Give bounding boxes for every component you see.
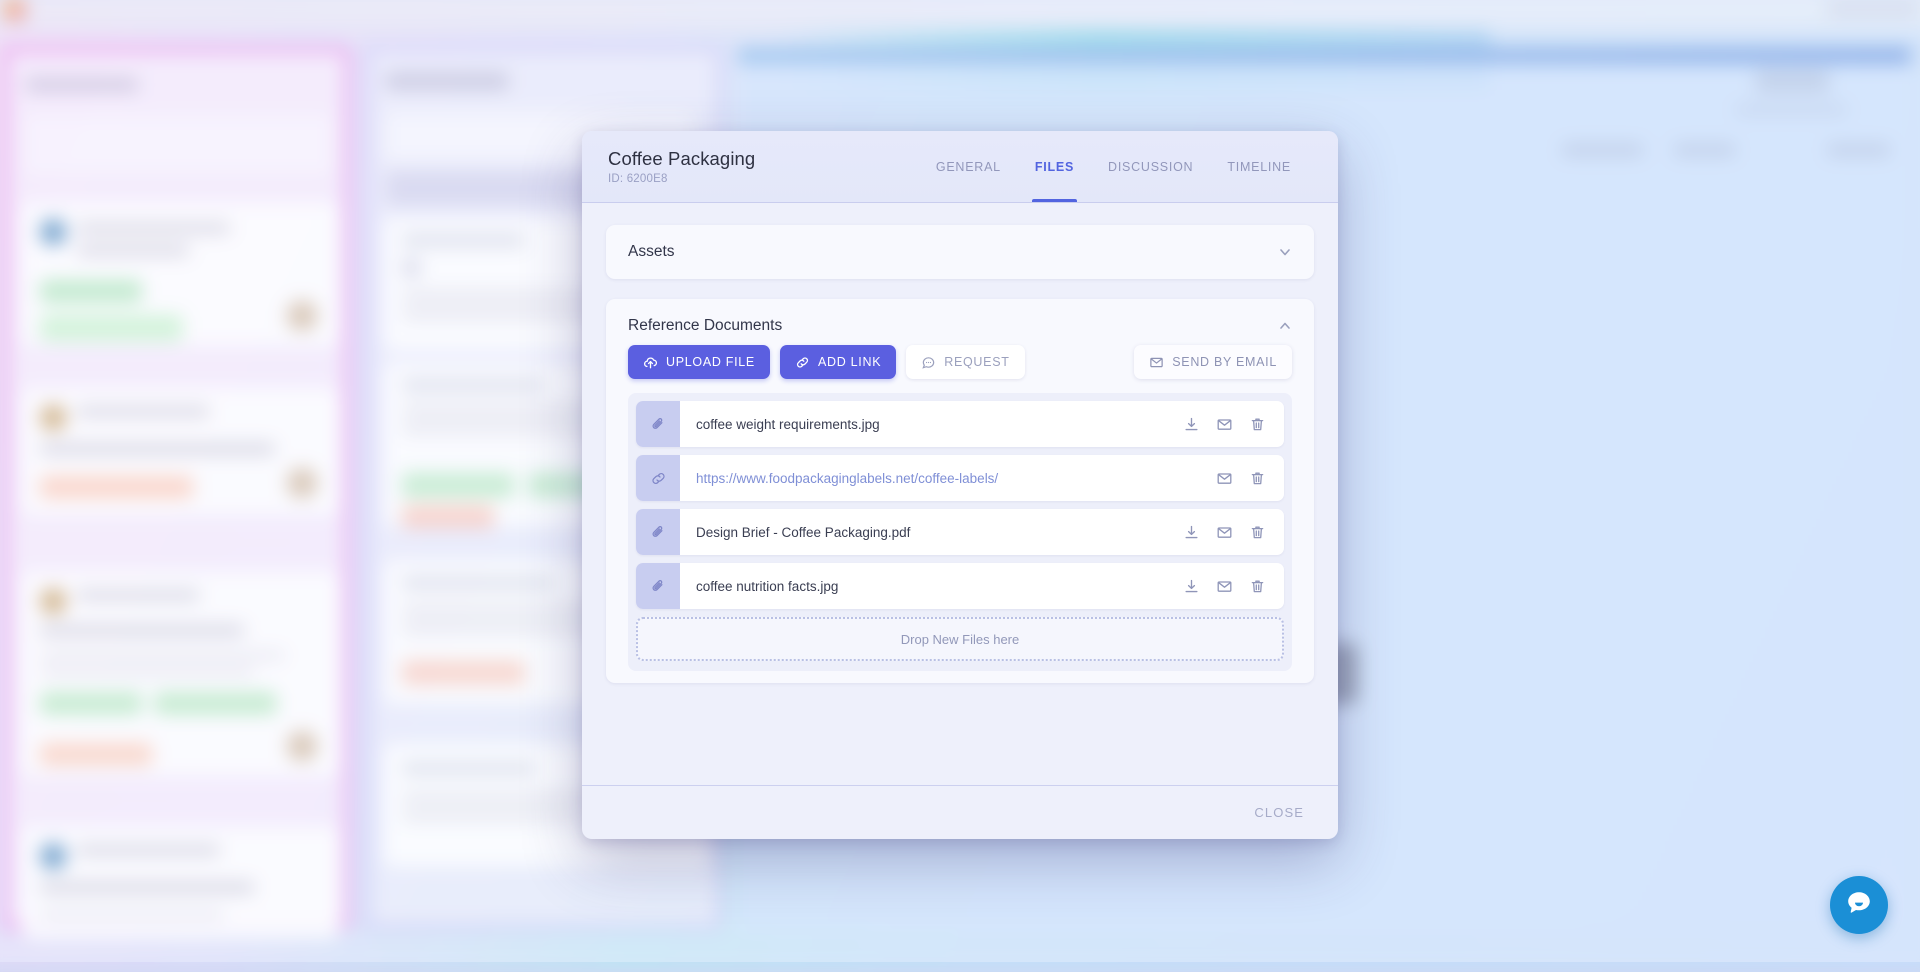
trash-icon[interactable] (1249, 416, 1266, 433)
chevron-down-icon[interactable] (1278, 245, 1292, 259)
task-detail-modal: Coffee Packaging ID: 6200E8 GENERAL FILE… (582, 131, 1338, 839)
task-id-label: ID: 6200E8 (608, 173, 755, 185)
envelope-icon[interactable] (1216, 578, 1233, 595)
add-link-button[interactable]: ADD LINK (780, 345, 896, 379)
trash-icon[interactable] (1249, 578, 1266, 595)
request-button[interactable]: REQUEST (906, 345, 1024, 379)
tab-files[interactable]: FILES (1018, 131, 1091, 202)
request-label: REQUEST (944, 355, 1009, 369)
reference-documents-panel-header[interactable]: Reference Documents (606, 299, 1314, 345)
file-dropzone[interactable]: Drop New Files here (636, 617, 1284, 661)
modal-title-group: Coffee Packaging ID: 6200E8 (608, 148, 755, 185)
table-row[interactable]: https://www.foodpackaginglabels.net/coff… (636, 455, 1284, 501)
download-icon[interactable] (1183, 524, 1200, 541)
reference-documents-file-list: coffee weight requirements.jpg (628, 393, 1292, 671)
row-actions (1183, 401, 1284, 447)
assets-panel: Assets (606, 225, 1314, 279)
send-by-email-button[interactable]: SEND BY EMAIL (1134, 345, 1292, 379)
download-icon[interactable] (1183, 416, 1200, 433)
chat-bubble-icon (1844, 888, 1874, 923)
modal-header: Coffee Packaging ID: 6200E8 GENERAL FILE… (582, 131, 1338, 203)
trash-icon[interactable] (1249, 470, 1266, 487)
assets-panel-title: Assets (628, 243, 675, 261)
tab-timeline[interactable]: TIMELINE (1210, 131, 1308, 202)
file-name: coffee nutrition facts.jpg (680, 563, 1183, 609)
link-icon[interactable] (636, 455, 680, 501)
envelope-icon[interactable] (1216, 470, 1233, 487)
reference-documents-panel: Reference Documents UPLOAD FILE (606, 299, 1314, 683)
tab-general[interactable]: GENERAL (919, 131, 1018, 202)
modal-tabs: GENERAL FILES DISCUSSION TIMELINE (919, 131, 1308, 202)
table-row[interactable]: coffee nutrition facts.jpg (636, 563, 1284, 609)
reference-documents-panel-title: Reference Documents (628, 317, 782, 335)
assets-panel-header[interactable]: Assets (606, 225, 1314, 279)
add-link-label: ADD LINK (818, 355, 881, 369)
comment-icon (921, 355, 936, 370)
table-row[interactable]: coffee weight requirements.jpg (636, 401, 1284, 447)
download-icon[interactable] (1183, 578, 1200, 595)
chat-widget-button[interactable] (1830, 876, 1888, 934)
trash-icon[interactable] (1249, 524, 1266, 541)
paperclip-icon[interactable] (636, 563, 680, 609)
file-name[interactable]: https://www.foodpackaginglabels.net/coff… (680, 455, 1216, 501)
modal-body: Assets Reference Documents (582, 203, 1338, 785)
chevron-up-icon[interactable] (1278, 319, 1292, 333)
link-icon (795, 355, 810, 370)
file-name: Design Brief - Coffee Packaging.pdf (680, 509, 1183, 555)
table-row[interactable]: Design Brief - Coffee Packaging.pdf (636, 509, 1284, 555)
file-name: coffee weight requirements.jpg (680, 401, 1183, 447)
envelope-icon[interactable] (1216, 416, 1233, 433)
close-button[interactable]: CLOSE (1254, 805, 1304, 820)
modal-footer: CLOSE (582, 785, 1338, 839)
envelope-icon[interactable] (1216, 524, 1233, 541)
page-title: Coffee Packaging (608, 148, 755, 170)
reference-documents-actions: UPLOAD FILE ADD LINK (606, 345, 1314, 393)
upload-file-button[interactable]: UPLOAD FILE (628, 345, 770, 379)
tab-discussion[interactable]: DISCUSSION (1091, 131, 1210, 202)
envelope-icon (1149, 355, 1164, 370)
row-actions (1216, 455, 1284, 501)
upload-cloud-icon (643, 355, 658, 370)
row-actions (1183, 563, 1284, 609)
upload-file-label: UPLOAD FILE (666, 355, 755, 369)
send-by-email-label: SEND BY EMAIL (1172, 355, 1277, 369)
paperclip-icon[interactable] (636, 401, 680, 447)
paperclip-icon[interactable] (636, 509, 680, 555)
row-actions (1183, 509, 1284, 555)
